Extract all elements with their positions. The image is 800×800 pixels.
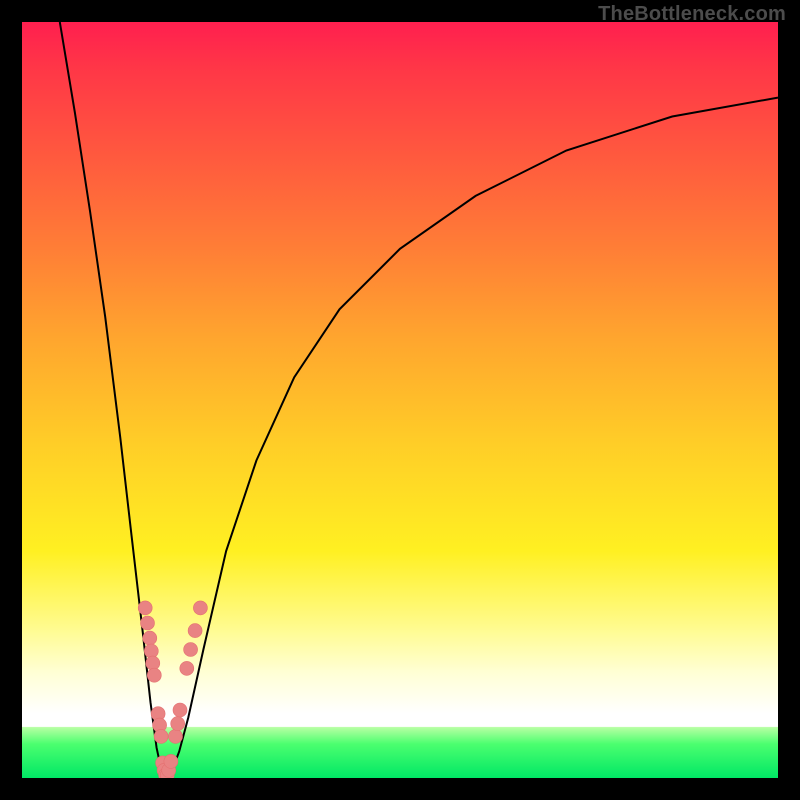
data-point [173,703,187,717]
data-point [188,624,202,638]
data-point [193,601,207,615]
plot-area [22,22,778,778]
data-point [171,717,185,731]
data-point [141,616,155,630]
data-point [146,656,160,670]
data-point [180,661,194,675]
data-point [184,643,198,657]
chart-frame: TheBottleneck.com [0,0,800,800]
data-point [138,601,152,615]
data-point [154,729,168,743]
curve-right-branch [166,98,778,778]
data-point [144,644,158,658]
data-point [164,754,178,768]
data-point [143,631,157,645]
data-point [147,668,161,682]
watermark-text: TheBottleneck.com [598,3,786,26]
curve-layer [22,22,778,778]
data-point [169,729,183,743]
